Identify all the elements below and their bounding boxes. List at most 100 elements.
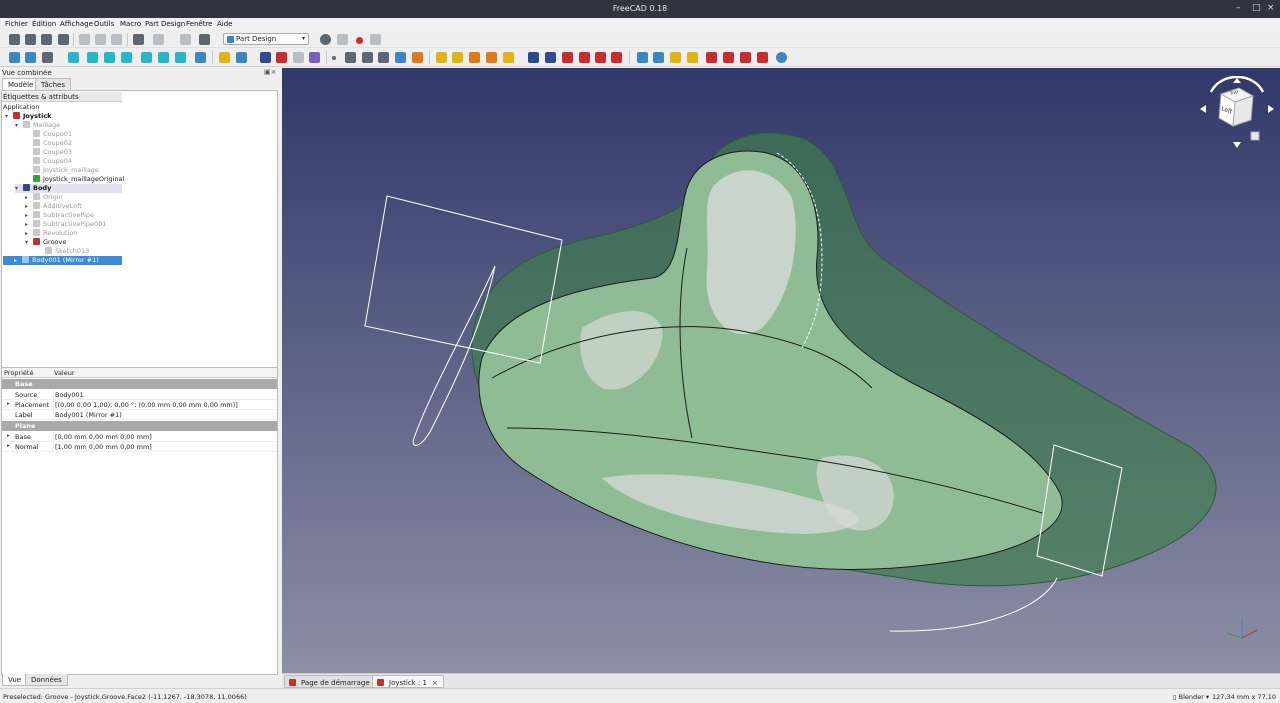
view-front-icon[interactable]: [87, 52, 98, 63]
tree-item-subtractive-pipe[interactable]: ▸ SubtractivePipe: [25, 211, 94, 220]
additive-primitive-icon[interactable]: [503, 52, 514, 63]
draw-style-icon[interactable]: [42, 52, 53, 63]
tree-item-coupe02[interactable]: Coupe02: [33, 139, 72, 148]
whats-this-icon[interactable]: [199, 34, 210, 45]
additive-pipe-icon[interactable]: [486, 52, 497, 63]
minimize-icon[interactable]: –: [1236, 3, 1241, 13]
hole-icon[interactable]: [545, 52, 556, 63]
subtractive-loft-icon[interactable]: [579, 52, 590, 63]
cut-icon[interactable]: [79, 34, 90, 45]
workbench-select[interactable]: Part Design ▾: [223, 33, 309, 45]
create-part-icon[interactable]: [219, 52, 230, 63]
polar-pattern-icon[interactable]: [670, 52, 681, 63]
property-row[interactable]: ▸ Placement [(0,00 0,00 1,00); 0,00 °; (0,…: [2, 400, 277, 410]
tab-joystick-view[interactable]: Joystick : 1 ×: [372, 675, 444, 688]
tab-modele[interactable]: Modèle: [2, 78, 40, 90]
open-file-icon[interactable]: [25, 34, 36, 45]
tree-item-joystick-maillage-original[interactable]: Joystick_maillageOriginal: [33, 175, 124, 184]
tree-item-coupe03[interactable]: Coupe03: [33, 148, 72, 157]
tree-item-coupe04[interactable]: Coupe04: [33, 157, 72, 166]
create-body-icon[interactable]: [260, 52, 271, 63]
tree-item-sketch013[interactable]: Sketch013: [45, 247, 89, 256]
property-row[interactable]: Label Body001 (Mirror #1): [2, 410, 277, 420]
menu-macro[interactable]: Macro: [120, 20, 141, 28]
print-icon[interactable]: [58, 34, 69, 45]
navigation-cube[interactable]: Top Left: [1197, 75, 1277, 151]
sub-shape-binder-icon[interactable]: [412, 52, 423, 63]
chamfer-icon[interactable]: [723, 52, 734, 63]
datum-point-icon[interactable]: [332, 56, 336, 60]
datum-line-icon[interactable]: [345, 52, 356, 63]
boolean-icon[interactable]: [776, 52, 787, 63]
tab-vue[interactable]: Vue: [2, 674, 28, 686]
menu-edition[interactable]: Édition: [32, 20, 56, 28]
undo-icon[interactable]: [133, 34, 144, 45]
additive-loft-icon[interactable]: [469, 52, 480, 63]
groove-icon[interactable]: [562, 52, 573, 63]
mirrored-icon[interactable]: [637, 52, 648, 63]
tree-item-origin[interactable]: ▸ Origin: [25, 193, 63, 202]
menu-aide[interactable]: Aide: [217, 20, 232, 28]
tree-item-body[interactable]: ▾ Body: [15, 184, 122, 193]
view-top-icon[interactable]: [104, 52, 115, 63]
close-icon[interactable]: ×: [432, 679, 438, 687]
tree-item-additive-loft[interactable]: ▸ AdditiveLoft: [25, 202, 82, 211]
tab-taches[interactable]: Tâches: [35, 78, 71, 90]
shape-binder-icon[interactable]: [309, 52, 320, 63]
refresh-icon[interactable]: [180, 34, 191, 45]
revolution-icon[interactable]: [452, 52, 463, 63]
clone-icon[interactable]: [395, 52, 406, 63]
property-row[interactable]: ▸ Normal [1,00 mm 0,00 mm 0,00 mm]: [2, 442, 277, 452]
macro-editor-icon[interactable]: [356, 37, 363, 44]
view-isometric-icon[interactable]: [68, 52, 79, 63]
measure-distance-icon[interactable]: [195, 52, 206, 63]
subtractive-primitive-icon[interactable]: [611, 52, 622, 63]
create-sketch-icon[interactable]: [276, 52, 287, 63]
maximize-icon[interactable]: □: [1252, 3, 1261, 13]
pocket-icon[interactable]: [528, 52, 539, 63]
property-row[interactable]: ▸ Base [0,00 mm 0,00 mm 0,00 mm]: [2, 432, 277, 442]
tree-item-revolution[interactable]: ▸ Revolution: [25, 229, 77, 238]
draft-icon[interactable]: [740, 52, 751, 63]
tree-item-coupe01[interactable]: Coupe01: [33, 130, 72, 139]
multi-transform-icon[interactable]: [687, 52, 698, 63]
tree-item-groove[interactable]: ▾ Groove: [25, 238, 66, 247]
view-left-icon[interactable]: [175, 52, 186, 63]
tree-item-body001[interactable]: ▸ Body001 (Mirror #1): [3, 256, 122, 265]
fit-selection-icon[interactable]: [25, 52, 36, 63]
menu-affichage[interactable]: Affichage: [60, 20, 93, 28]
validate-sketch-icon[interactable]: [293, 52, 304, 63]
create-group-icon[interactable]: [236, 52, 247, 63]
datum-plane-icon[interactable]: [362, 52, 373, 63]
close-icon[interactable]: ×: [1267, 3, 1275, 13]
menu-fichier[interactable]: Fichier: [5, 20, 28, 28]
tree-item-joystick[interactable]: ▾ Joystick: [5, 112, 52, 121]
paste-icon[interactable]: [111, 34, 122, 45]
group-base[interactable]: Base: [2, 379, 277, 389]
macro-run-icon[interactable]: [370, 34, 381, 45]
macro-record-icon[interactable]: [320, 34, 331, 45]
tab-donnees[interactable]: Données: [25, 674, 68, 686]
copy-icon[interactable]: [95, 34, 106, 45]
property-row[interactable]: Source Body001: [2, 390, 277, 400]
view-right-icon[interactable]: [121, 52, 132, 63]
group-plane[interactable]: Plane: [2, 421, 277, 431]
subtractive-pipe-icon[interactable]: [595, 52, 606, 63]
fit-all-icon[interactable]: [9, 52, 20, 63]
save-file-icon[interactable]: [41, 34, 52, 45]
view-bottom-icon[interactable]: [158, 52, 169, 63]
3d-viewport[interactable]: Top Left: [282, 68, 1280, 673]
thickness-icon[interactable]: [757, 52, 768, 63]
local-coordinate-icon[interactable]: [378, 52, 389, 63]
pad-icon[interactable]: [436, 52, 447, 63]
tree-item-joystick-maillage[interactable]: Joystick_maillage: [33, 166, 99, 175]
fillet-icon[interactable]: [706, 52, 717, 63]
macro-stop-icon[interactable]: [337, 34, 348, 45]
view-rear-icon[interactable]: [141, 52, 152, 63]
menu-part-design[interactable]: Part Design: [145, 20, 185, 28]
redo-icon[interactable]: [153, 34, 164, 45]
menu-outils[interactable]: Outils: [94, 20, 114, 28]
menu-fenetre[interactable]: Fenêtre: [186, 20, 212, 28]
tree-item-maillage[interactable]: ▾ Maillage: [15, 121, 60, 130]
tree-item-subtractive-pipe001[interactable]: ▸ SubtractivePipe001: [25, 220, 106, 229]
